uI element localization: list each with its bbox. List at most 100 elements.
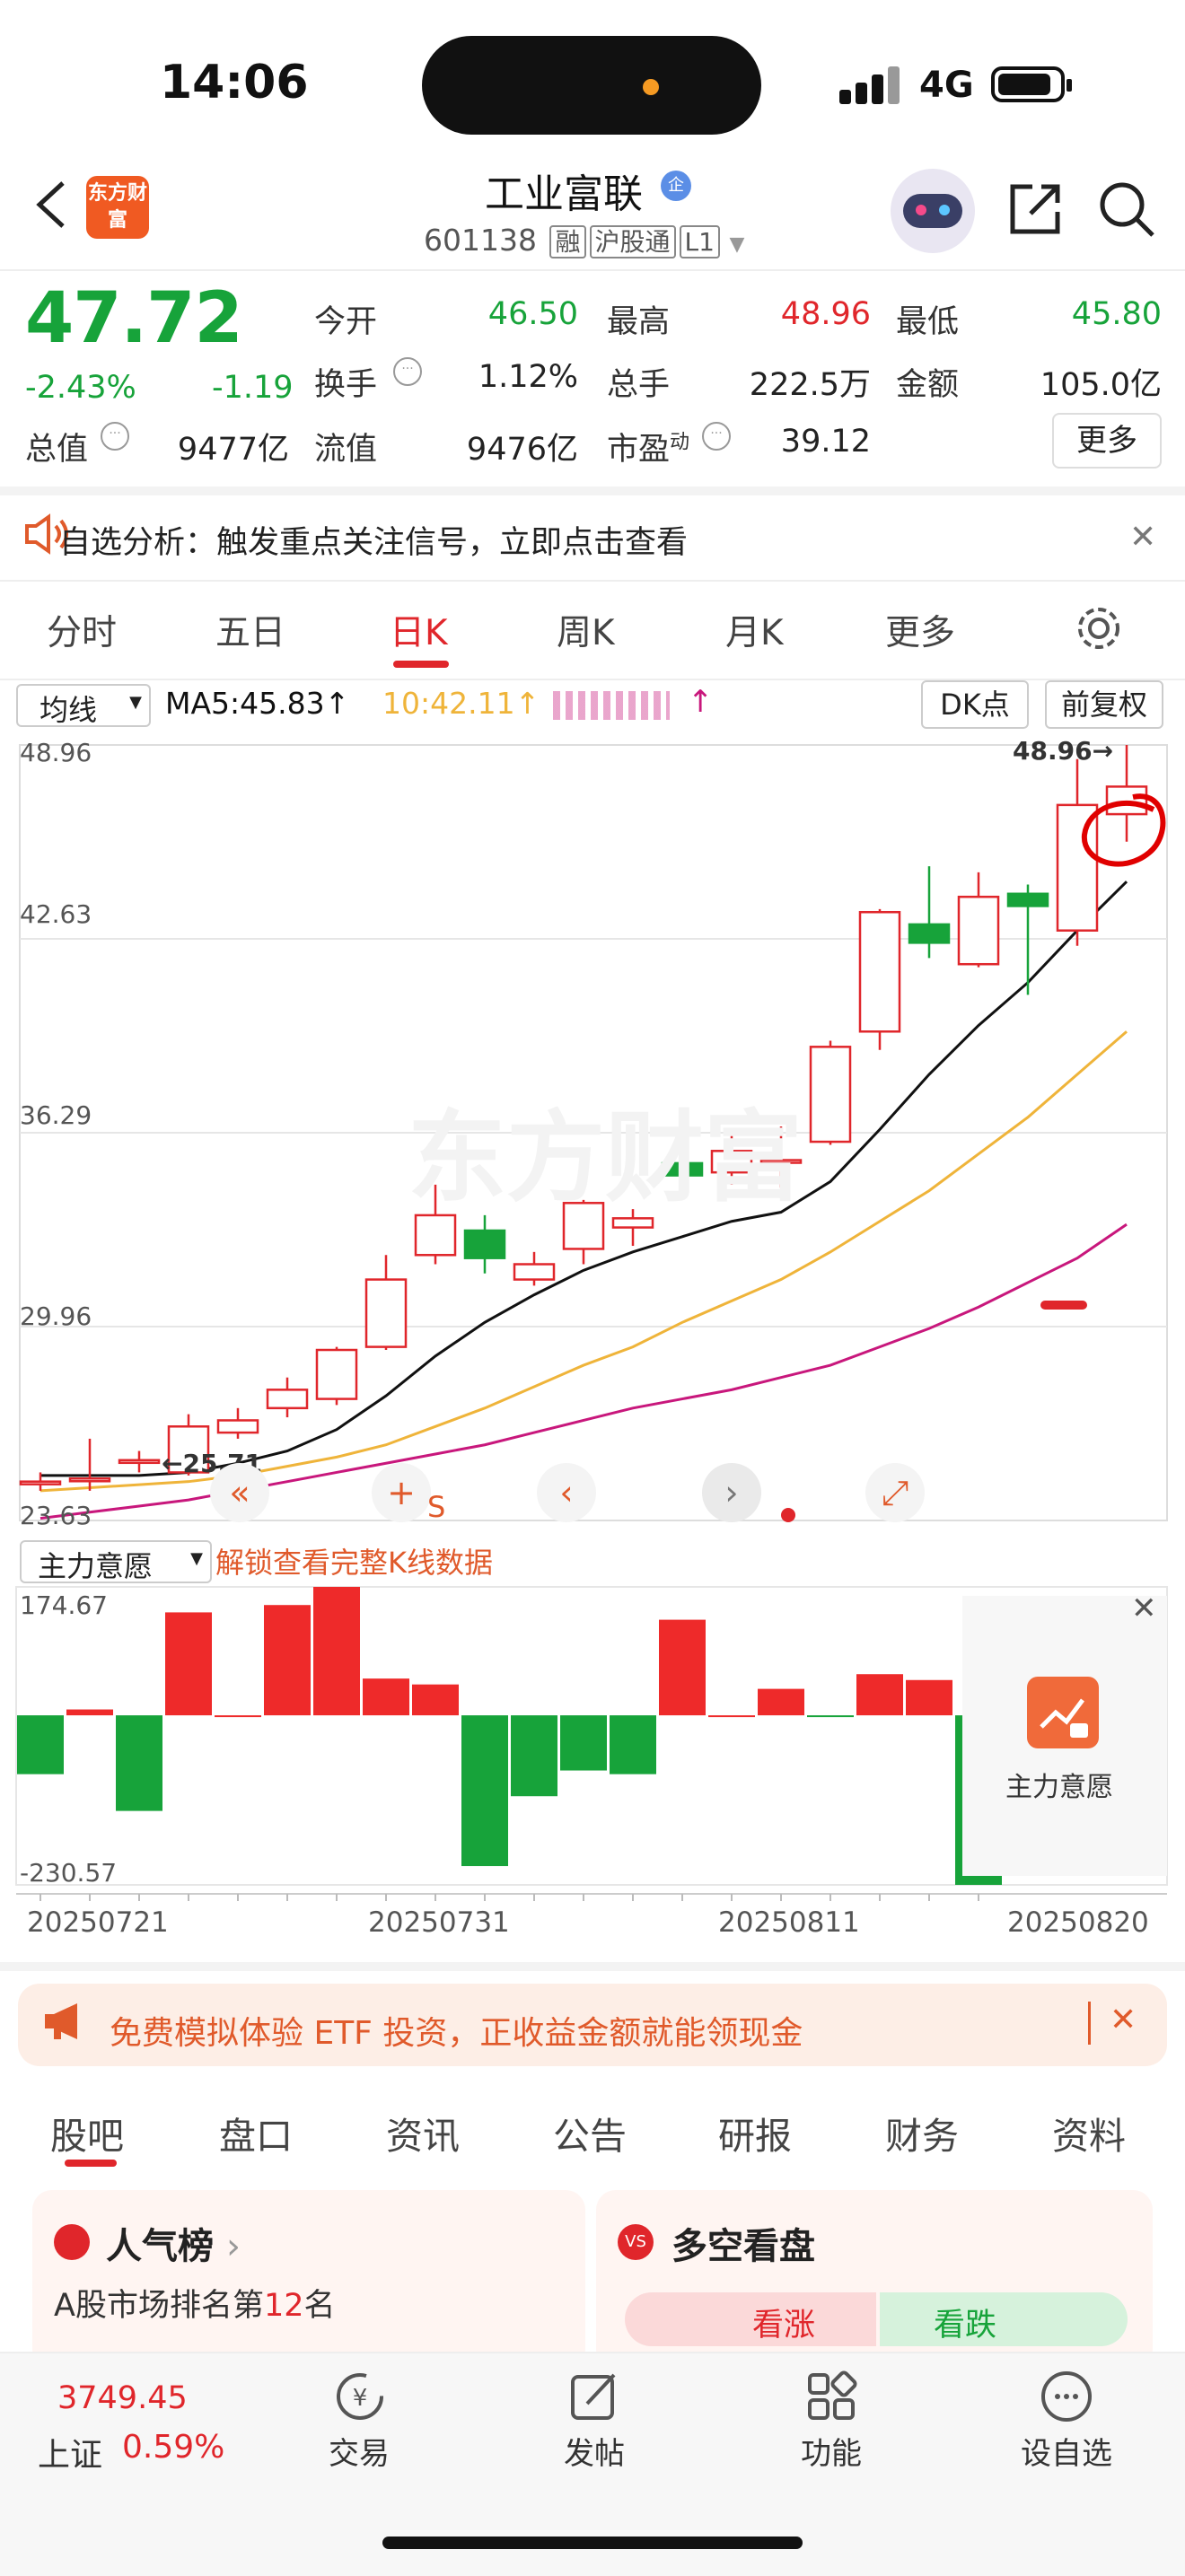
tag-margin: 融 [549, 225, 586, 258]
megaphone-icon [41, 2002, 88, 2045]
svg-text:¥: ¥ [353, 2385, 368, 2412]
tab-intraday[interactable]: 分时 [47, 605, 117, 655]
close-icon[interactable]: ✕ [1129, 519, 1156, 556]
s-marker-icon: S [427, 1490, 446, 1524]
tab-more[interactable]: 更多 [885, 605, 955, 655]
tab-daily-k[interactable]: 日K [390, 605, 448, 655]
functions-icon[interactable] [804, 2370, 858, 2427]
notice-text[interactable]: 自选分析：触发重点关注信号，立即点击查看 [59, 517, 688, 563]
trade-icon[interactable]: ¥ [330, 2370, 390, 2427]
popularity-title: 人气榜 › [106, 2226, 241, 2267]
indicator-bar [116, 1715, 162, 1811]
info-icon[interactable]: ··· [393, 357, 422, 386]
pe-label: 市盈动 [607, 431, 690, 468]
bull-button[interactable] [625, 2292, 876, 2346]
add-drawing-button[interactable]: + [372, 1463, 431, 1522]
indicator-bar [412, 1684, 459, 1716]
y-tick-label: 42.63 [20, 899, 92, 929]
float-value-label: 流值 [314, 432, 378, 468]
open-label: 今开 [314, 304, 378, 340]
nav-add-watchlist[interactable]: 设自选 [995, 2429, 1138, 2473]
subtab-profile[interactable]: 资料 [1052, 2106, 1126, 2160]
rank-icon [54, 2224, 90, 2260]
x-tick-label: 20250731 [368, 1906, 510, 1939]
back-button[interactable] [31, 180, 74, 230]
close-icon[interactable]: ✕ [1131, 1590, 1157, 1626]
promo-text[interactable]: 免费模拟体验 ETF 投资，正收益金额就能领现金 [110, 2007, 803, 2054]
unlock-link[interactable]: 解锁查看完整K线数据 [215, 1540, 493, 1582]
y-tick-label: -230.57 [20, 1858, 118, 1888]
volume-label: 总手 [607, 367, 671, 403]
candle-body [957, 895, 1000, 966]
candle-body [315, 1348, 358, 1400]
expand-icon[interactable]: ⤢ [865, 1463, 925, 1522]
current-price: 47.72 [25, 278, 243, 359]
nav-trade[interactable]: 交易 [287, 2429, 431, 2473]
info-icon[interactable]: ··· [101, 422, 129, 451]
indicator-bar [17, 1715, 64, 1774]
stock-code-line: 601138 融沪股通 L1 ▼ [424, 223, 744, 258]
dropdown-icon[interactable]: ▼ [729, 233, 744, 256]
subtab-forum[interactable]: 股吧 [50, 2106, 124, 2160]
prev-button[interactable]: ‹ [537, 1463, 596, 1522]
ai-assistant-avatar[interactable] [891, 169, 975, 253]
y-tick-label: 174.67 [20, 1590, 108, 1620]
next-button[interactable]: › [702, 1463, 761, 1522]
subtab-indicator [65, 2160, 117, 2167]
indicator-bar [511, 1715, 557, 1797]
subtab-announcements[interactable]: 公告 [553, 2106, 627, 2160]
float-value: 9476亿 [466, 432, 578, 468]
post-icon[interactable] [567, 2370, 621, 2427]
tab-five-day[interactable]: 五日 [215, 605, 285, 655]
candle-body [513, 1263, 556, 1281]
tab-weekly-k[interactable]: 周K [557, 605, 615, 655]
index-change[interactable]: 0.59% [122, 2429, 224, 2466]
subtab-research[interactable]: 研报 [718, 2106, 792, 2160]
ma-select[interactable]: 均线 ▼ [16, 684, 151, 727]
status-time: 14:06 [160, 56, 309, 110]
tag-level: L1 [679, 225, 720, 258]
stock-name: 工业富联 [485, 171, 643, 217]
rewind-button[interactable]: « [210, 1463, 269, 1522]
indicator-bar [560, 1715, 607, 1771]
gear-icon[interactable] [1074, 603, 1124, 657]
indicator-side-label: 主力意愿 [1005, 1772, 1113, 1803]
network-type: 4G [919, 65, 974, 106]
dropdown-icon: ▼ [190, 1549, 203, 1568]
more-button[interactable]: 更多 [1052, 413, 1162, 469]
share-icon[interactable] [1005, 180, 1065, 242]
low-value: 45.80 [1071, 296, 1162, 332]
subtab-orderbook[interactable]: 盘口 [219, 2106, 293, 2160]
candle-body [1006, 892, 1049, 907]
indicator-bar [264, 1605, 311, 1716]
adjust-button[interactable]: 前复权 [1045, 680, 1163, 729]
search-icon[interactable] [1097, 180, 1156, 242]
total-value-label: 总值 [25, 432, 89, 468]
nav-post[interactable]: 发帖 [522, 2429, 666, 2473]
recording-indicator-icon [643, 79, 659, 95]
candle-body [68, 1477, 111, 1483]
subtab-finance[interactable]: 财务 [885, 2106, 959, 2160]
max-marker: 48.96→ [1013, 736, 1114, 766]
chevron-left-icon [36, 181, 65, 228]
bear-button[interactable] [880, 2292, 1128, 2346]
index-name[interactable]: 上证 [38, 2429, 102, 2475]
watchlist-icon[interactable] [1040, 2370, 1093, 2427]
close-icon[interactable]: ✕ [1110, 2002, 1137, 2038]
dk-point-button[interactable]: DK点 [921, 680, 1029, 729]
total-value: 9477亿 [177, 432, 289, 468]
indicator-bar [66, 1709, 113, 1716]
nav-functions[interactable]: 功能 [759, 2429, 903, 2473]
candle-body [1056, 803, 1099, 932]
app-logo: 东方财富 [86, 176, 149, 239]
x-tick-label: 20250811 [718, 1906, 860, 1939]
y-tick-label: 48.96 [20, 738, 92, 767]
index-value[interactable]: 3749.45 [57, 2380, 188, 2416]
indicator-select[interactable]: 主力意愿 ▼ [20, 1540, 212, 1583]
subtab-news[interactable]: 资讯 [386, 2106, 460, 2160]
candle-body [858, 910, 901, 1033]
info-icon[interactable]: ··· [702, 422, 731, 451]
y-tick-label: 23.63 [20, 1501, 92, 1530]
tab-monthly-k[interactable]: 月K [725, 605, 784, 655]
indicator-bar [313, 1587, 360, 1716]
